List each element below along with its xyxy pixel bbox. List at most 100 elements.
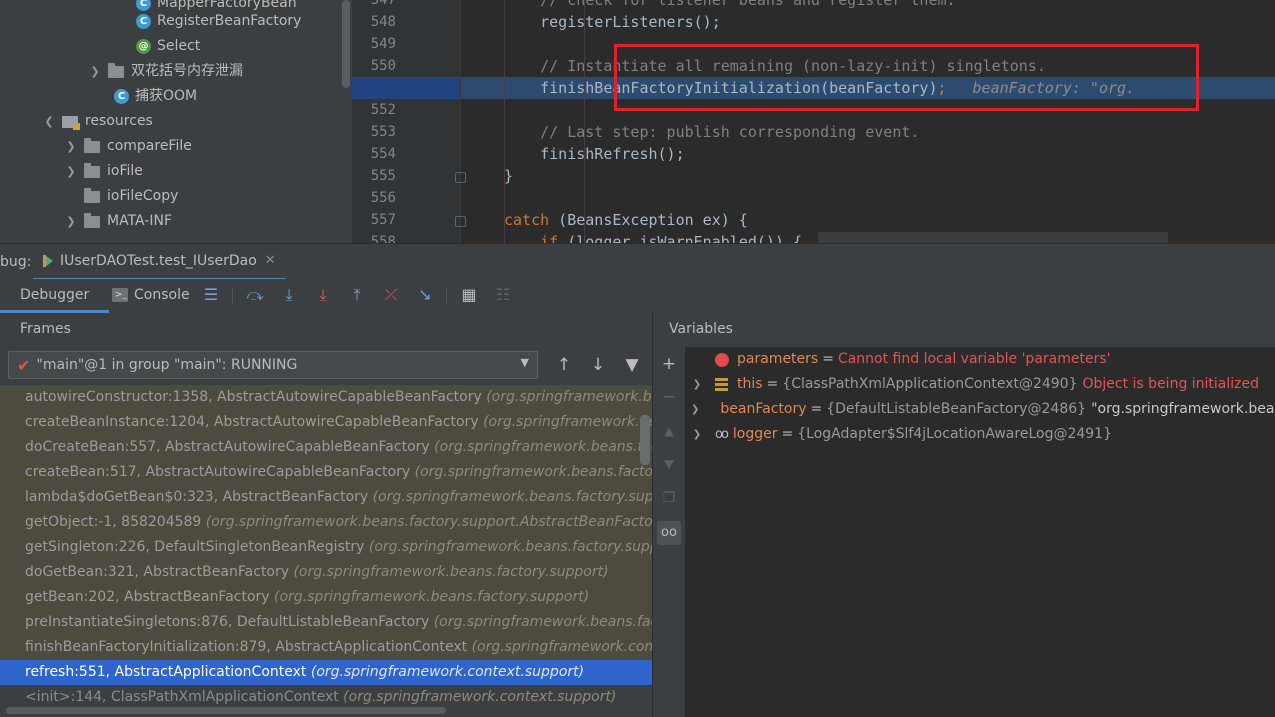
force-step-into-icon[interactable]: ⤓	[314, 286, 332, 304]
line-number[interactable]: 550	[352, 55, 396, 77]
line-number[interactable]: 553	[352, 121, 396, 143]
frame-row[interactable]: autowireConstructor:1358, AbstractAutowi…	[0, 385, 652, 410]
tree-item-label: ioFileCopy	[107, 188, 179, 204]
tree-item-io-file[interactable]: ❯ ioFile	[64, 159, 143, 184]
watches-toggle-icon[interactable]: oo	[657, 521, 681, 545]
frames-horizontal-scrollbar[interactable]	[0, 705, 652, 717]
copy-icon[interactable]: ❐	[657, 486, 681, 510]
add-watch-icon[interactable]: +	[657, 352, 681, 376]
tree-scrollbar[interactable]	[342, 0, 350, 88]
line-number[interactable]: 555	[352, 165, 396, 187]
run-config-tab[interactable]: IUserDAOTest.test_IUserDao ✕	[33, 244, 286, 281]
filter-icon[interactable]: ▼	[622, 355, 642, 375]
variable-value: {ClassPathXmlApplicationContext@2490}	[782, 376, 1078, 392]
frame-row[interactable]: createBean:517, AbstractAutowireCapableB…	[0, 460, 652, 485]
close-icon[interactable]: ✕	[265, 244, 276, 278]
tab-console[interactable]: >_ Console	[112, 279, 190, 310]
checkmark-icon: ✔	[17, 355, 31, 375]
variable-value: {DefaultListableBeanFactory@2486}	[826, 401, 1087, 417]
code-editor[interactable]: 547548549550551552553554555556557558 // …	[352, 0, 1275, 243]
line-number[interactable]: 548	[352, 11, 396, 33]
run-to-cursor-icon[interactable]: ↘	[416, 286, 434, 304]
line-number[interactable]: 556	[352, 187, 396, 209]
line-number[interactable]: 549	[352, 33, 396, 55]
chevron-right-icon[interactable]: ❯	[64, 159, 78, 184]
line-number[interactable]: 558	[352, 231, 396, 243]
frame-row[interactable]: createBeanInstance:1204, AbstractAutowir…	[0, 410, 652, 435]
folder-icon	[84, 162, 100, 178]
variable-row[interactable]: ❯ oo logger = {LogAdapter$Slf4jLocationAware…	[685, 422, 1275, 447]
trace-current-stream-icon[interactable]: ☷	[494, 286, 512, 304]
chevron-right-icon[interactable]: ❯	[64, 134, 78, 159]
frame-method: <init>:144, ClassPathXmlApplicationConte…	[25, 689, 339, 705]
line-number[interactable]: 554	[352, 143, 396, 165]
frame-row[interactable]: lambda$doGetBean$0:323, AbstractBeanFact…	[0, 485, 652, 510]
line-number[interactable]: 557	[352, 209, 396, 231]
package-icon	[108, 62, 124, 78]
move-down-icon[interactable]: ▼	[657, 452, 681, 476]
frame-row[interactable]: doGetBean:321, AbstractBeanFactory (org.…	[0, 560, 652, 585]
frame-row[interactable]: doCreateBean:557, AbstractAutowireCapabl…	[0, 435, 652, 460]
code-line: registerListeners();	[504, 13, 721, 31]
frame-row[interactable]: getSingleton:226, DefaultSingletonBeanRe…	[0, 535, 652, 560]
chevron-down-icon[interactable]: ❮	[42, 109, 56, 134]
chevron-right-icon[interactable]: ❯	[691, 397, 699, 422]
layout-icon[interactable]: ☰	[202, 286, 220, 304]
fold-marker-icon[interactable]	[455, 216, 466, 227]
frame-row[interactable]: preInstantiateSingletons:876, DefaultLis…	[0, 610, 652, 635]
frame-package: (org.springframework.beans.factory.suppo…	[372, 489, 652, 505]
tree-item-mata-inf[interactable]: ❯ MATA-INF	[64, 209, 172, 234]
thread-select[interactable]: ✔ "main"@1 in group "main": RUNNING ▼	[8, 351, 538, 379]
tree-item-select[interactable]: @ Select	[136, 34, 200, 59]
fold-marker-icon[interactable]	[455, 172, 466, 183]
chevron-right-icon[interactable]: ❯	[691, 372, 703, 397]
frame-row-selected[interactable]: refresh:551, AbstractApplicationContext …	[0, 660, 652, 685]
frame-method: getBean:202, AbstractBeanFactory	[25, 589, 270, 605]
step-out-icon[interactable]: ⤒	[348, 286, 366, 304]
frame-package: (org.springframework.beans.factory.suppo…	[205, 514, 652, 530]
step-into-icon[interactable]: ⤓	[280, 286, 298, 304]
tree-item-label: compareFile	[107, 138, 192, 154]
variable-row[interactable]: ❯ this = {ClassPathXmlApplicationContext@24…	[685, 372, 1275, 397]
variables-horizontal-scrollbar[interactable]	[685, 705, 1275, 717]
equals-sign: =	[781, 426, 794, 442]
step-over-icon[interactable]: ⤼	[246, 286, 264, 304]
chevron-right-icon[interactable]: ❯	[88, 59, 102, 84]
frame-method: doGetBean:321, AbstractBeanFactory	[25, 564, 289, 580]
variable-error: Cannot find local variable 'parameters'	[837, 351, 1111, 367]
execution-line-gutter	[352, 77, 460, 99]
frames-scrollbar[interactable]	[640, 415, 650, 465]
frame-package: (org.springframework.beans.factory.suppo…	[274, 589, 590, 605]
frame-row[interactable]: getBean:202, AbstractBeanFactory (org.sp…	[0, 585, 652, 610]
frame-row[interactable]: finishBeanFactoryInitialization:879, Abs…	[0, 635, 652, 660]
move-up-icon[interactable]: ▲	[657, 419, 681, 443]
tree-item-label: Select	[157, 38, 201, 54]
variable-row[interactable]: parameters = Cannot find local variable 'p…	[685, 347, 1275, 372]
tree-item-compare-file[interactable]: ❯ compareFile	[64, 134, 192, 159]
chevron-right-icon[interactable]: ❯	[64, 209, 78, 234]
frame-method: finishBeanFactoryInitialization:879, Abs…	[25, 639, 468, 655]
variable-error: Object is being initialized	[1082, 376, 1260, 392]
code-line: // Last step: publish corresponding even…	[504, 123, 920, 141]
tree-item-catch-oom[interactable]: C 捕获OOM	[114, 84, 197, 109]
tree-item-resources[interactable]: ❮ resources	[42, 109, 153, 134]
frame-row[interactable]: getObject:-1, 858204589 (org.springframe…	[0, 510, 652, 535]
remove-watch-icon[interactable]: −	[657, 385, 681, 409]
arrow-up-icon[interactable]: ↑	[554, 355, 574, 375]
tab-debugger[interactable]: Debugger	[0, 279, 110, 313]
variable-row[interactable]: ❯ beanFactory = {DefaultListableBeanFactory…	[685, 397, 1275, 422]
tree-item-io-file-copy[interactable]: ioFileCopy	[84, 184, 178, 209]
drop-frame-icon[interactable]: ⤫	[382, 286, 400, 304]
tree-item-register-bean-factory[interactable]: C RegisterBeanFactory	[136, 9, 301, 34]
scroll-thumb[interactable]	[6, 707, 446, 714]
variable-name: parameters	[737, 351, 819, 367]
evaluate-expression-icon[interactable]: ▦	[460, 286, 478, 304]
line-number[interactable]: 552	[352, 99, 396, 121]
arrow-down-icon[interactable]: ↓	[588, 355, 608, 375]
equals-sign: =	[810, 401, 823, 417]
frame-package: (org.springframework.context.support)	[471, 639, 652, 655]
tree-item-double-brace-leak[interactable]: ❯ 双花括号内存泄漏	[88, 59, 243, 84]
chevron-right-icon[interactable]: ❯	[691, 422, 703, 447]
code-line: finishRefresh();	[504, 145, 685, 163]
line-number[interactable]: 547	[352, 0, 396, 11]
